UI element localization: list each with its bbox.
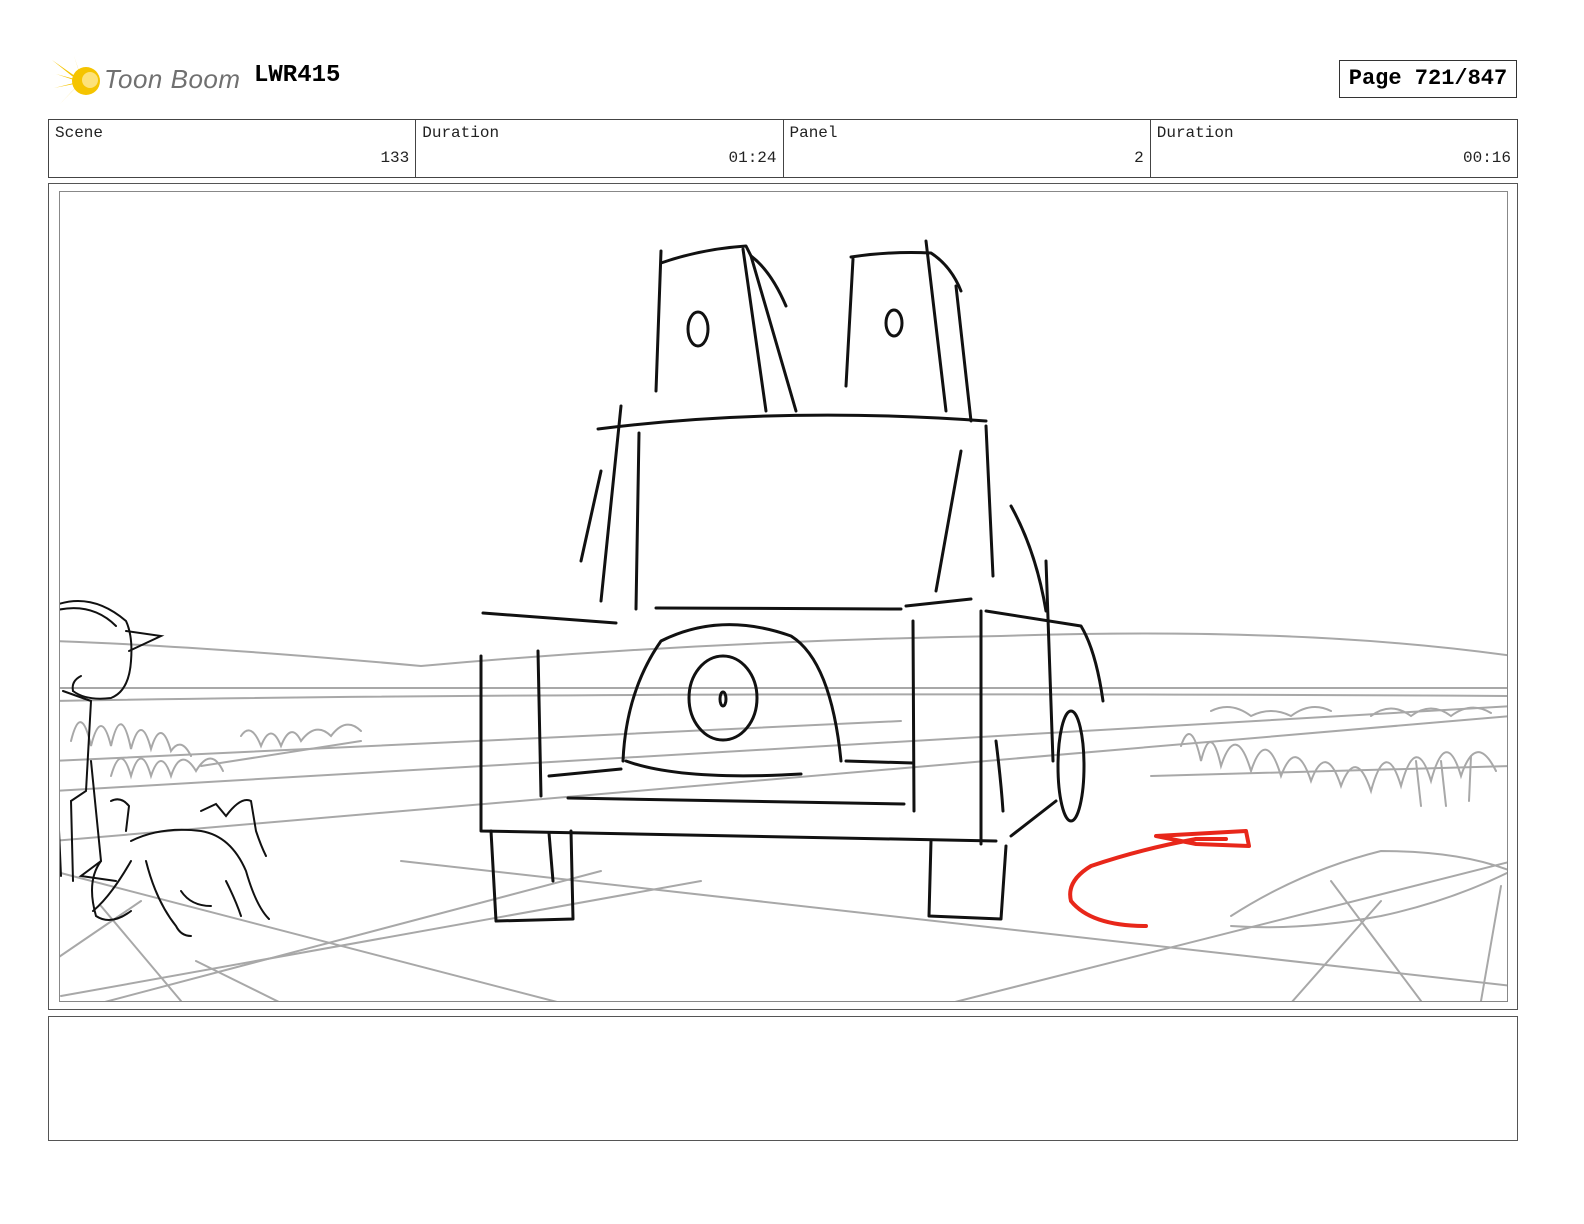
production-code: LWR415 [254,62,341,89]
scene-duration-cell: Duration 01:24 [416,120,784,177]
toon-boom-logo: Toon Boom [52,54,242,108]
panel-label: Panel [789,124,838,142]
panel-notes-area [48,1016,1518,1141]
scene-cell: Scene 133 [49,120,417,177]
scene-label: Scene [55,124,104,142]
panel-duration-value: 00:16 [1462,149,1511,167]
scene-duration-value: 01:24 [728,149,777,167]
page-counter: Page 721/847 [1339,60,1517,98]
vehicle-sketch [479,239,1105,923]
storyboard-panel-drawing [59,191,1508,1002]
panel-cell: Panel 2 [784,120,1151,177]
panel-duration-label: Duration [1156,124,1234,142]
direction-arrow [1068,829,1251,928]
brand-name: Toon Boom [104,64,241,94]
panel-info-row: Scene 133 Duration 01:24 Panel 2 Duratio… [48,119,1518,178]
starburst-icon [52,56,100,104]
panel-value: 2 [1134,149,1144,167]
background-landscape [60,632,1507,1001]
scene-duration-label: Duration [422,124,500,142]
sketch-canvas [60,239,1507,1001]
panel-duration-cell: Duration 00:16 [1151,120,1517,177]
scene-value: 133 [380,149,410,167]
